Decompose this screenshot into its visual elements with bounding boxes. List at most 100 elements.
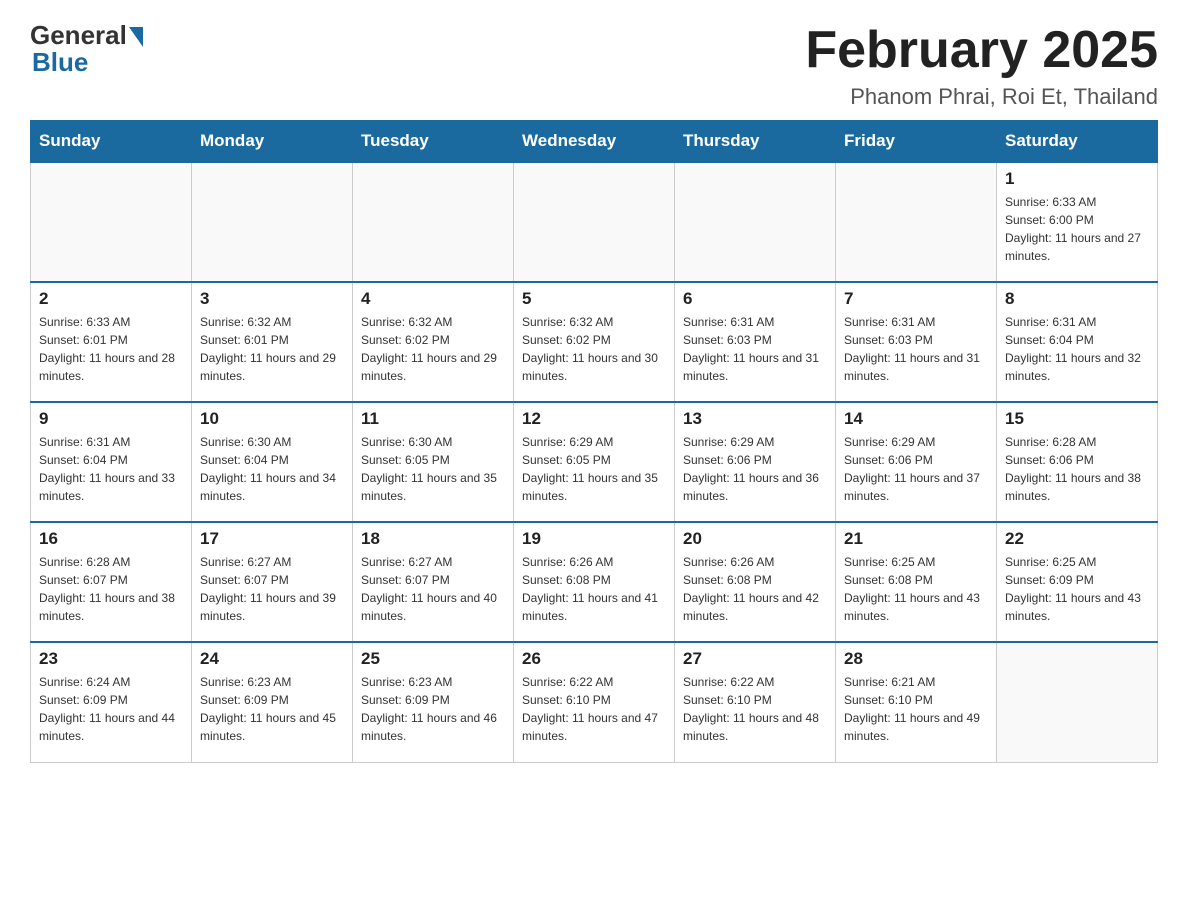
column-header-friday: Friday — [836, 121, 997, 163]
title-area: February 2025 Phanom Phrai, Roi Et, Thai… — [805, 20, 1158, 110]
column-header-monday: Monday — [192, 121, 353, 163]
day-info: Sunrise: 6:31 AMSunset: 6:03 PMDaylight:… — [683, 313, 827, 385]
calendar-cell: 2 Sunrise: 6:33 AMSunset: 6:01 PMDaylight… — [31, 282, 192, 402]
day-number: 4 — [361, 289, 505, 309]
calendar-cell: 21 Sunrise: 6:25 AMSunset: 6:08 PMDayligh… — [836, 522, 997, 642]
day-info: Sunrise: 6:29 AMSunset: 6:06 PMDaylight:… — [683, 433, 827, 505]
day-number: 15 — [1005, 409, 1149, 429]
week-row-5: 23 Sunrise: 6:24 AMSunset: 6:09 PMDayligh… — [31, 642, 1158, 762]
day-info: Sunrise: 6:28 AMSunset: 6:06 PMDaylight:… — [1005, 433, 1149, 505]
day-info: Sunrise: 6:26 AMSunset: 6:08 PMDaylight:… — [683, 553, 827, 625]
day-number: 27 — [683, 649, 827, 669]
calendar-cell: 4 Sunrise: 6:32 AMSunset: 6:02 PMDaylight… — [353, 282, 514, 402]
day-number: 25 — [361, 649, 505, 669]
day-number: 24 — [200, 649, 344, 669]
calendar-cell: 6 Sunrise: 6:31 AMSunset: 6:03 PMDaylight… — [675, 282, 836, 402]
day-info: Sunrise: 6:21 AMSunset: 6:10 PMDaylight:… — [844, 673, 988, 745]
calendar-cell — [192, 162, 353, 282]
calendar-cell: 22 Sunrise: 6:25 AMSunset: 6:09 PMDayligh… — [997, 522, 1158, 642]
day-info: Sunrise: 6:27 AMSunset: 6:07 PMDaylight:… — [361, 553, 505, 625]
day-info: Sunrise: 6:22 AMSunset: 6:10 PMDaylight:… — [683, 673, 827, 745]
location-subtitle: Phanom Phrai, Roi Et, Thailand — [805, 84, 1158, 110]
calendar-cell: 7 Sunrise: 6:31 AMSunset: 6:03 PMDaylight… — [836, 282, 997, 402]
calendar-cell: 17 Sunrise: 6:27 AMSunset: 6:07 PMDayligh… — [192, 522, 353, 642]
day-info: Sunrise: 6:32 AMSunset: 6:01 PMDaylight:… — [200, 313, 344, 385]
day-info: Sunrise: 6:22 AMSunset: 6:10 PMDaylight:… — [522, 673, 666, 745]
logo-blue-text: Blue — [30, 47, 88, 78]
calendar-cell: 23 Sunrise: 6:24 AMSunset: 6:09 PMDayligh… — [31, 642, 192, 762]
calendar-cell: 15 Sunrise: 6:28 AMSunset: 6:06 PMDayligh… — [997, 402, 1158, 522]
day-info: Sunrise: 6:31 AMSunset: 6:03 PMDaylight:… — [844, 313, 988, 385]
day-number: 11 — [361, 409, 505, 429]
day-number: 7 — [844, 289, 988, 309]
week-row-3: 9 Sunrise: 6:31 AMSunset: 6:04 PMDaylight… — [31, 402, 1158, 522]
day-number: 16 — [39, 529, 183, 549]
day-info: Sunrise: 6:32 AMSunset: 6:02 PMDaylight:… — [361, 313, 505, 385]
calendar-cell: 11 Sunrise: 6:30 AMSunset: 6:05 PMDayligh… — [353, 402, 514, 522]
day-info: Sunrise: 6:30 AMSunset: 6:04 PMDaylight:… — [200, 433, 344, 505]
month-title: February 2025 — [805, 20, 1158, 80]
day-number: 10 — [200, 409, 344, 429]
week-row-4: 16Sunrise: 6:28 AMSunset: 6:07 PMDayligh… — [31, 522, 1158, 642]
day-number: 22 — [1005, 529, 1149, 549]
calendar-cell: 10 Sunrise: 6:30 AMSunset: 6:04 PMDayligh… — [192, 402, 353, 522]
calendar-cell: 12 Sunrise: 6:29 AMSunset: 6:05 PMDayligh… — [514, 402, 675, 522]
logo-arrow-icon — [129, 27, 143, 47]
calendar-cell: 3Sunrise: 6:32 AMSunset: 6:01 PMDaylight… — [192, 282, 353, 402]
calendar-header-row: SundayMondayTuesdayWednesdayThursdayFrid… — [31, 121, 1158, 163]
calendar-cell — [31, 162, 192, 282]
day-number: 1 — [1005, 169, 1149, 189]
logo: General Blue — [30, 20, 143, 78]
calendar-cell: 14Sunrise: 6:29 AMSunset: 6:06 PMDayligh… — [836, 402, 997, 522]
day-number: 26 — [522, 649, 666, 669]
calendar-cell: 28 Sunrise: 6:21 AMSunset: 6:10 PMDayligh… — [836, 642, 997, 762]
day-info: Sunrise: 6:25 AMSunset: 6:08 PMDaylight:… — [844, 553, 988, 625]
day-number: 23 — [39, 649, 183, 669]
day-info: Sunrise: 6:33 AMSunset: 6:01 PMDaylight:… — [39, 313, 183, 385]
column-header-tuesday: Tuesday — [353, 121, 514, 163]
day-number: 20 — [683, 529, 827, 549]
day-number: 2 — [39, 289, 183, 309]
calendar-cell: 19Sunrise: 6:26 AMSunset: 6:08 PMDayligh… — [514, 522, 675, 642]
day-number: 17 — [200, 529, 344, 549]
day-info: Sunrise: 6:24 AMSunset: 6:09 PMDaylight:… — [39, 673, 183, 745]
page-header: General Blue February 2025 Phanom Phrai,… — [30, 20, 1158, 110]
day-number: 19 — [522, 529, 666, 549]
calendar-cell: 20 Sunrise: 6:26 AMSunset: 6:08 PMDayligh… — [675, 522, 836, 642]
column-header-sunday: Sunday — [31, 121, 192, 163]
column-header-wednesday: Wednesday — [514, 121, 675, 163]
day-info: Sunrise: 6:27 AMSunset: 6:07 PMDaylight:… — [200, 553, 344, 625]
day-info: Sunrise: 6:31 AMSunset: 6:04 PMDaylight:… — [39, 433, 183, 505]
day-number: 14 — [844, 409, 988, 429]
calendar-cell — [514, 162, 675, 282]
day-number: 21 — [844, 529, 988, 549]
day-info: Sunrise: 6:23 AMSunset: 6:09 PMDaylight:… — [200, 673, 344, 745]
calendar-cell: 9 Sunrise: 6:31 AMSunset: 6:04 PMDaylight… — [31, 402, 192, 522]
calendar-cell — [836, 162, 997, 282]
calendar-cell — [997, 642, 1158, 762]
day-number: 12 — [522, 409, 666, 429]
day-info: Sunrise: 6:29 AMSunset: 6:05 PMDaylight:… — [522, 433, 666, 505]
day-number: 28 — [844, 649, 988, 669]
calendar-cell: 1Sunrise: 6:33 AMSunset: 6:00 PMDaylight… — [997, 162, 1158, 282]
week-row-2: 2 Sunrise: 6:33 AMSunset: 6:01 PMDaylight… — [31, 282, 1158, 402]
calendar-cell — [675, 162, 836, 282]
day-number: 13 — [683, 409, 827, 429]
calendar-cell: 26 Sunrise: 6:22 AMSunset: 6:10 PMDayligh… — [514, 642, 675, 762]
calendar-cell: 5Sunrise: 6:32 AMSunset: 6:02 PMDaylight… — [514, 282, 675, 402]
day-number: 9 — [39, 409, 183, 429]
week-row-1: 1Sunrise: 6:33 AMSunset: 6:00 PMDaylight… — [31, 162, 1158, 282]
day-number: 5 — [522, 289, 666, 309]
day-info: Sunrise: 6:31 AMSunset: 6:04 PMDaylight:… — [1005, 313, 1149, 385]
day-info: Sunrise: 6:25 AMSunset: 6:09 PMDaylight:… — [1005, 553, 1149, 625]
calendar-cell: 27 Sunrise: 6:22 AMSunset: 6:10 PMDayligh… — [675, 642, 836, 762]
calendar-cell: 24 Sunrise: 6:23 AMSunset: 6:09 PMDayligh… — [192, 642, 353, 762]
calendar-table: SundayMondayTuesdayWednesdayThursdayFrid… — [30, 120, 1158, 763]
calendar-cell: 18 Sunrise: 6:27 AMSunset: 6:07 PMDayligh… — [353, 522, 514, 642]
day-info: Sunrise: 6:30 AMSunset: 6:05 PMDaylight:… — [361, 433, 505, 505]
calendar-cell: 25Sunrise: 6:23 AMSunset: 6:09 PMDayligh… — [353, 642, 514, 762]
calendar-cell: 16Sunrise: 6:28 AMSunset: 6:07 PMDayligh… — [31, 522, 192, 642]
day-number: 6 — [683, 289, 827, 309]
day-number: 18 — [361, 529, 505, 549]
calendar-cell: 8Sunrise: 6:31 AMSunset: 6:04 PMDaylight… — [997, 282, 1158, 402]
